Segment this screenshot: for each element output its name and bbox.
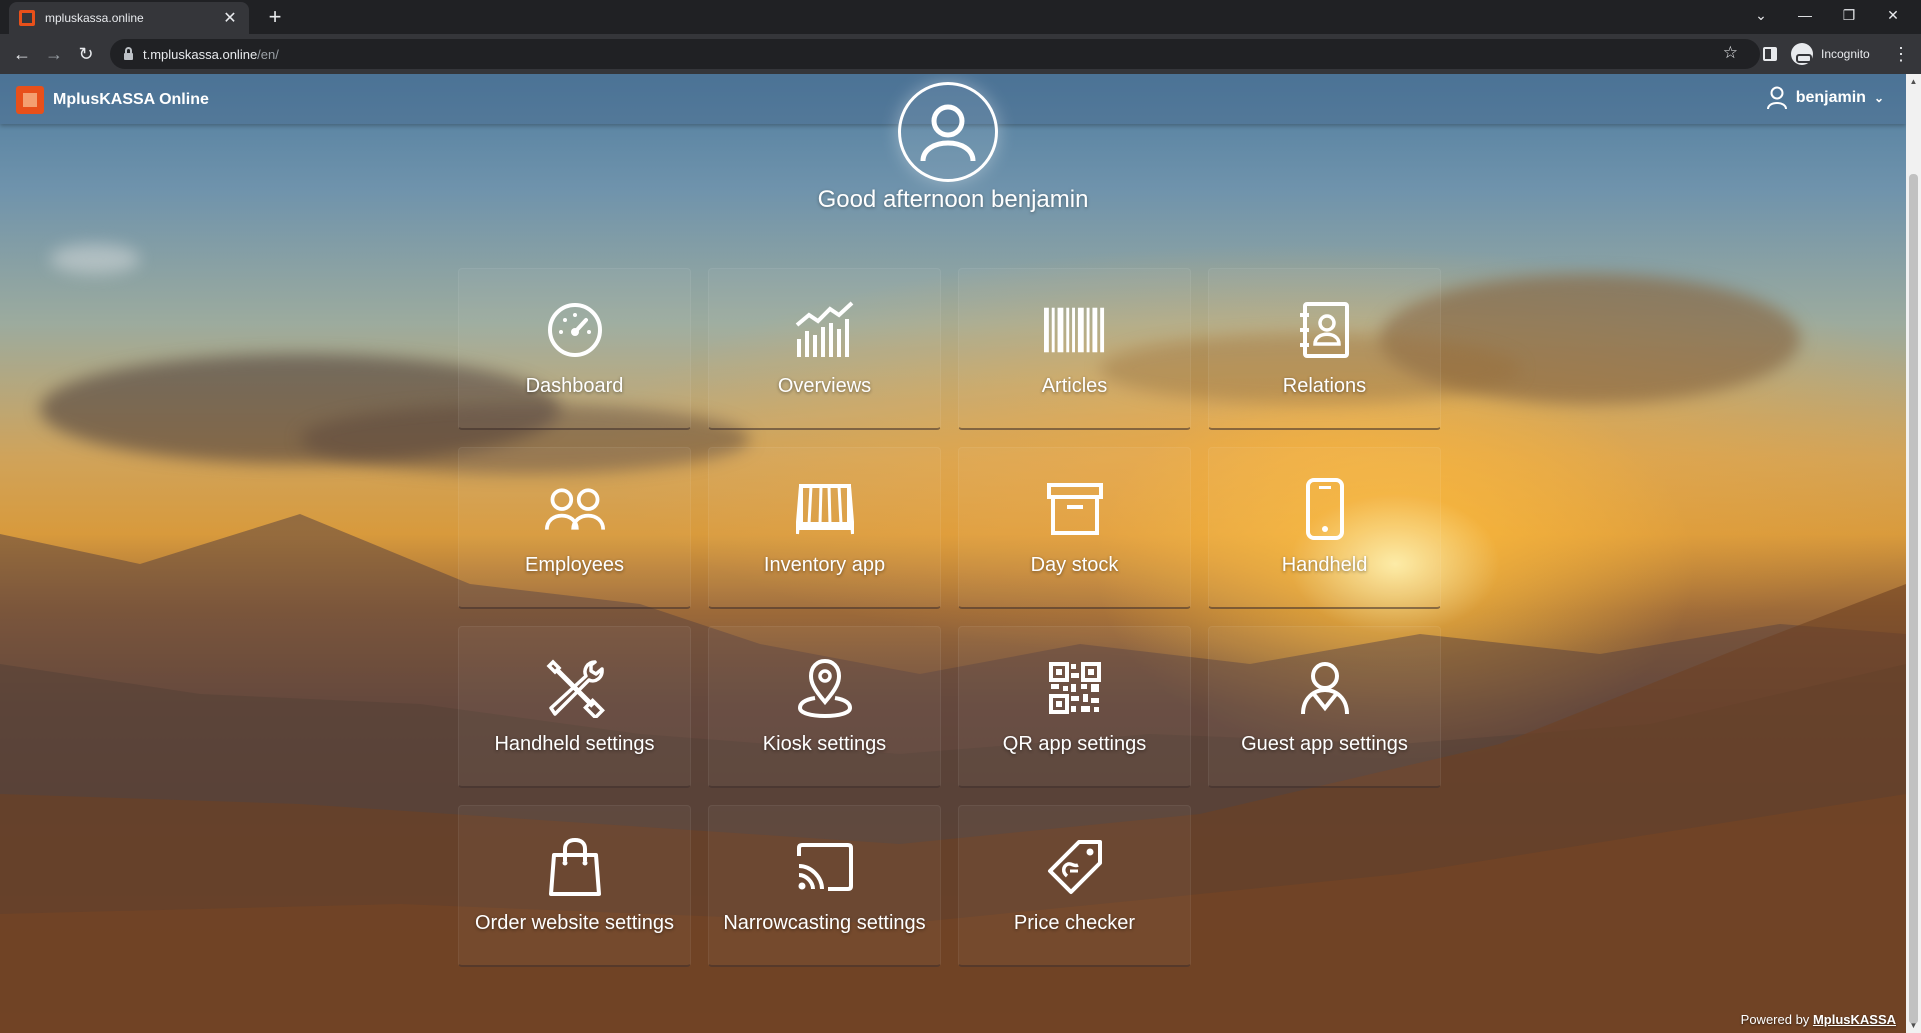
page-viewport: MplusKASSA Online benjamin ⌄ Good aftern…	[0, 74, 1906, 1033]
side-panel-button[interactable]	[1763, 40, 1777, 68]
cloud-shape	[50, 244, 140, 274]
map-pin-icon	[794, 657, 856, 719]
forward-arrow-icon[interactable]: →	[40, 40, 68, 68]
tile-label: Kiosk settings	[762, 733, 887, 755]
restore-window-icon[interactable]: ❐	[1827, 0, 1871, 30]
scrollbar-thumb[interactable]	[1909, 174, 1918, 1024]
url-host: t.mpluskassa.online	[143, 46, 258, 62]
powered-by-prefix: Powered by	[1740, 1012, 1810, 1027]
incognito-icon	[1791, 43, 1813, 65]
tab-title: mpluskassa.online	[45, 11, 144, 25]
user-menu-dropdown[interactable]: benjamin ⌄	[1766, 86, 1884, 110]
browser-tab[interactable]: mpluskassa.online ✕	[9, 2, 249, 34]
tab-search-chevron-icon[interactable]: ⌄	[1739, 0, 1783, 30]
side-panel-icon	[1763, 47, 1777, 61]
tile-narrowcasting-settings[interactable]: Narrowcasting settings	[708, 805, 941, 967]
powered-by-footer: Powered by MplusKASSA	[1741, 1012, 1896, 1027]
new-tab-button[interactable]: +	[262, 4, 288, 30]
tile-label: Day stock	[1030, 554, 1119, 576]
tile-label: Articles	[1041, 375, 1108, 397]
scroll-down-arrow-icon[interactable]: ▼	[1906, 1018, 1921, 1033]
brand-name: MplusKASSA Online	[53, 91, 209, 108]
tile-dashboard[interactable]: Dashboard	[458, 268, 691, 430]
tile-label: Inventory app	[763, 554, 886, 576]
price-tag-icon	[1044, 836, 1106, 898]
tab-close-icon[interactable]: ✕	[221, 8, 239, 28]
tile-handheld[interactable]: Handheld	[1208, 447, 1441, 609]
username: benjamin	[1795, 89, 1866, 106]
chevron-down-icon: ⌄	[1873, 91, 1884, 105]
mpluskassa-link[interactable]: MplusKASSA	[1813, 1012, 1896, 1027]
url-path: /en/	[257, 46, 279, 62]
cast-icon	[794, 836, 856, 898]
archive-box-icon	[1044, 478, 1106, 540]
tile-guest-app-settings[interactable]: Guest app settings	[1208, 626, 1441, 788]
minimize-window-icon[interactable]: —	[1783, 0, 1827, 30]
tile-label: Order website settings	[475, 912, 674, 934]
tile-order-website-settings[interactable]: Order website settings	[458, 805, 691, 967]
tile-relations[interactable]: Relations	[1208, 268, 1441, 430]
browser-toolbar: ← → ↻ t.mpluskassa.online /en/ ☆ Incogni…	[0, 34, 1921, 74]
back-arrow-icon[interactable]: ←	[8, 40, 36, 68]
tile-label: Guest app settings	[1241, 733, 1408, 755]
brand-logo-link[interactable]: MplusKASSA Online	[16, 86, 209, 114]
page-scrollbar[interactable]: ▲ ▼	[1906, 74, 1921, 1033]
user-avatar-icon	[920, 104, 976, 162]
tile-articles[interactable]: Articles	[958, 268, 1191, 430]
tile-label: Dashboard	[525, 375, 624, 397]
dashboard-gauge-icon	[544, 299, 606, 361]
shopping-bag-icon	[544, 836, 606, 898]
users-icon	[544, 478, 606, 540]
incognito-indicator[interactable]: Incognito	[1791, 40, 1870, 68]
greeting-avatar	[898, 82, 998, 182]
browser-tabstrip: mpluskassa.online ✕ + ⌄ — ❐ ✕	[0, 0, 1921, 34]
mobile-phone-icon	[1294, 478, 1356, 540]
user-icon	[1766, 86, 1787, 110]
tile-employees[interactable]: Employees	[458, 447, 691, 609]
bar-chart-icon	[794, 299, 856, 361]
reload-icon[interactable]: ↻	[72, 40, 100, 68]
barcode-icon	[1043, 299, 1106, 361]
tile-kiosk-settings[interactable]: Kiosk settings	[708, 626, 941, 788]
tile-price-checker[interactable]: Price checker	[958, 805, 1191, 967]
greeting-text: Good afternoon benjamin	[817, 186, 1089, 213]
lock-icon	[124, 46, 133, 60]
guest-user-icon	[1294, 657, 1356, 719]
tile-label: Overviews	[777, 375, 872, 397]
tile-label: Handheld	[1281, 554, 1368, 576]
tile-handheld-settings[interactable]: Handheld settings	[458, 626, 691, 788]
tile-label: Relations	[1282, 375, 1367, 397]
contacts-book-icon	[1294, 299, 1356, 361]
tile-label: Handheld settings	[494, 733, 655, 755]
scroll-up-arrow-icon[interactable]: ▲	[1906, 74, 1921, 89]
tile-label: QR app settings	[1002, 733, 1147, 755]
tile-day-stock[interactable]: Day stock	[958, 447, 1191, 609]
tile-label: Price checker	[1013, 912, 1136, 934]
tools-icon	[544, 657, 606, 719]
address-bar[interactable]: t.mpluskassa.online /en/ ☆	[110, 39, 1760, 69]
tile-qr-app-settings[interactable]: QR app settings	[958, 626, 1191, 788]
tile-overviews[interactable]: Overviews	[708, 268, 941, 430]
mpluskassa-favicon-icon	[19, 10, 35, 26]
tile-label: Employees	[525, 554, 624, 576]
incognito-label: Incognito	[1821, 47, 1870, 61]
shelf-icon	[794, 478, 856, 540]
mpluskassa-logo-icon	[16, 86, 44, 114]
qr-code-icon	[1044, 657, 1106, 719]
close-window-icon[interactable]: ✕	[1871, 0, 1915, 30]
browser-menu-icon[interactable]: ⋮	[1892, 40, 1910, 68]
app-tile-grid: Dashboard Overviews Articles Relations E…	[458, 268, 1458, 967]
bookmark-star-icon[interactable]: ☆	[1723, 43, 1738, 63]
tile-label: Narrowcasting settings	[723, 912, 926, 934]
tile-inventory-app[interactable]: Inventory app	[708, 447, 941, 609]
